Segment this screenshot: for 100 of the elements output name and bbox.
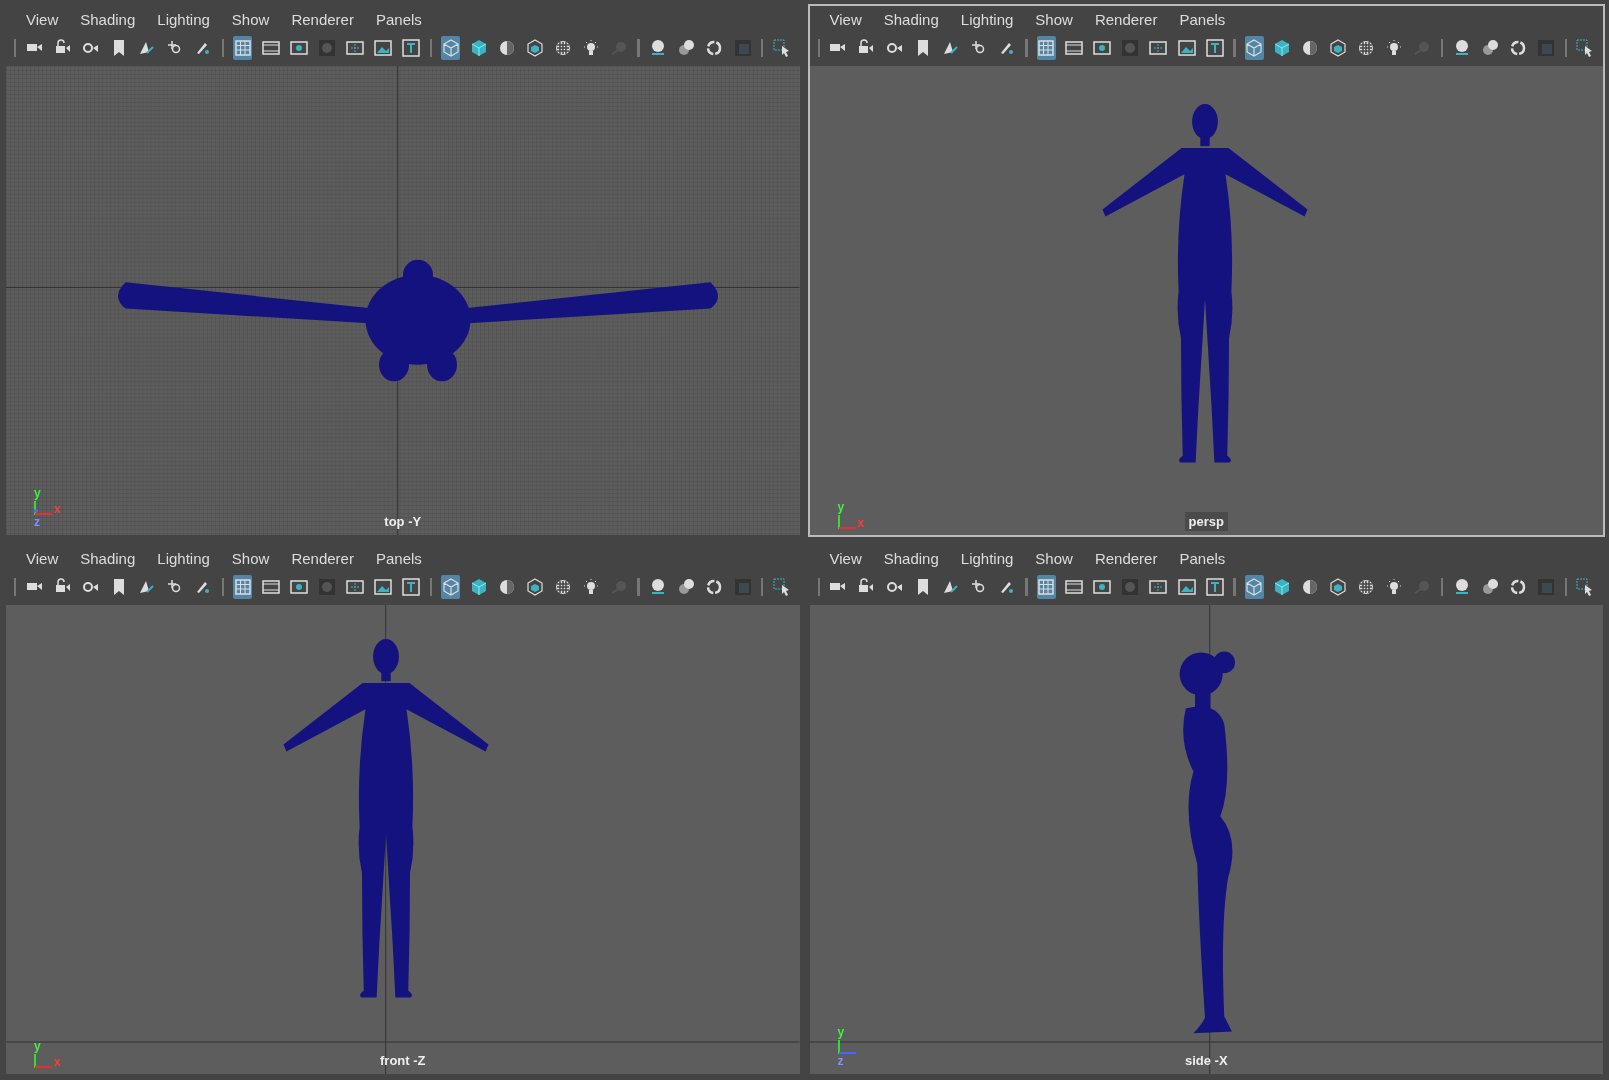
film-icon <box>261 39 280 57</box>
text-icon <box>1205 39 1224 57</box>
menu-item[interactable]: Renderer <box>291 550 354 566</box>
select-icon <box>772 578 791 596</box>
menu-item[interactable]: Show <box>1035 550 1073 566</box>
half-sphere-icon <box>1301 578 1320 596</box>
axis-label: y <box>34 487 41 500</box>
menu-item[interactable]: Show <box>231 550 270 566</box>
viewport[interactable]: y x z top -Y <box>6 66 800 535</box>
textured-cube-icon <box>525 578 544 596</box>
wireframe-cube-icon <box>441 39 460 57</box>
menu-item[interactable]: View <box>829 11 862 27</box>
checker-icon <box>553 39 572 57</box>
image-icon <box>1177 578 1196 596</box>
textured-cube-icon <box>525 39 544 57</box>
grid-icon <box>1037 578 1056 596</box>
camera-name: side -X <box>1183 1051 1229 1070</box>
half-sphere-icon <box>1301 39 1320 57</box>
ring-icon <box>705 578 724 596</box>
menu-item[interactable]: Lighting <box>960 550 1014 566</box>
menu-item[interactable]: Panels <box>375 11 422 27</box>
menu-item[interactable]: Panels <box>1179 11 1226 27</box>
half-sphere-icon <box>497 578 516 596</box>
axis-label: x <box>857 517 865 529</box>
axis-gizmo-icon <box>34 501 52 515</box>
menu-item[interactable]: Shading <box>80 11 136 27</box>
checker-icon <box>1357 39 1376 57</box>
text-icon <box>1205 578 1224 596</box>
grid-button[interactable] <box>1036 36 1056 60</box>
menu-item[interactable]: View <box>26 550 59 566</box>
square-icon <box>733 578 752 596</box>
spheres-icon <box>677 578 696 596</box>
menu-item[interactable]: View <box>829 550 862 566</box>
frame-icon <box>345 578 364 596</box>
wireframe-cube-button[interactable] <box>441 575 461 599</box>
menu-item[interactable]: Renderer <box>1094 550 1158 566</box>
half-sphere-icon <box>497 39 516 57</box>
menu-item[interactable]: View <box>26 11 59 27</box>
viewport[interactable]: y x front -Z <box>6 605 800 1074</box>
image-icon <box>374 578 393 596</box>
menu-item[interactable]: Lighting <box>960 11 1014 27</box>
wireframe-cube-icon <box>1245 578 1264 596</box>
ring-icon <box>705 39 724 57</box>
square-icon <box>733 39 752 57</box>
wireframe-cube-button[interactable] <box>441 36 461 60</box>
menu-item[interactable]: Panels <box>375 550 422 566</box>
text-icon <box>402 578 421 596</box>
axis-gizmo-icon <box>34 1054 52 1068</box>
axis-gizmo-icon <box>837 1040 856 1054</box>
frame-icon <box>1149 578 1168 596</box>
square-icon <box>1537 39 1556 57</box>
grid-icon <box>233 578 252 596</box>
menu-item[interactable]: Shading <box>883 550 939 566</box>
grid-button[interactable] <box>1036 575 1056 599</box>
spheres-icon <box>1480 39 1499 57</box>
menu-item[interactable]: Shading <box>80 550 136 566</box>
camera-name: persp <box>1184 511 1228 531</box>
film-icon <box>1065 39 1084 57</box>
camera-name: front -Z <box>379 1051 427 1070</box>
textured-cube-icon <box>1329 39 1348 57</box>
menu-item[interactable]: Shading <box>883 11 939 27</box>
axis-gizmo-icon <box>837 515 856 529</box>
menu-item[interactable]: Renderer <box>291 11 354 27</box>
wireframe-cube-icon <box>441 578 460 596</box>
axis-label: x <box>54 503 61 515</box>
grid-icon <box>1037 39 1056 57</box>
grid-button[interactable] <box>233 575 253 599</box>
text-button[interactable] <box>401 36 421 60</box>
light-bulb-icon <box>1385 39 1404 57</box>
wireframe-cube-button[interactable] <box>1244 575 1264 599</box>
grid-icon <box>233 39 252 57</box>
viewport[interactable]: y z side -X <box>809 605 1603 1074</box>
checker-icon <box>1357 578 1376 596</box>
axis-label: z <box>837 1055 844 1068</box>
axis-label: y <box>34 1040 41 1053</box>
cube-icon <box>469 578 488 596</box>
axis-label: x <box>54 1056 61 1068</box>
menu-item[interactable]: Lighting <box>157 11 210 27</box>
menu-item[interactable]: Lighting <box>157 550 210 566</box>
menu-item[interactable]: Renderer <box>1094 11 1158 27</box>
menu-item[interactable]: Show <box>231 11 270 27</box>
axis-label: z <box>34 516 40 529</box>
menu-item[interactable]: Show <box>1035 11 1073 27</box>
grid-button[interactable] <box>233 36 253 60</box>
film-icon <box>261 578 280 596</box>
image-icon <box>1177 39 1196 57</box>
menu-item[interactable]: Panels <box>1179 550 1226 566</box>
cube-icon <box>469 39 488 57</box>
light-bulb-icon <box>581 578 600 596</box>
axis-label: y <box>837 1026 845 1039</box>
text-button[interactable] <box>401 575 421 599</box>
image-icon <box>374 39 393 57</box>
ring-icon <box>1508 578 1527 596</box>
wireframe-cube-button[interactable] <box>1244 36 1264 60</box>
text-button[interactable] <box>1205 575 1225 599</box>
camera-name: top -Y <box>383 512 423 531</box>
textured-cube-icon <box>1329 578 1348 596</box>
text-button[interactable] <box>1205 36 1225 60</box>
viewport[interactable]: y x persp <box>809 66 1603 535</box>
cube-icon <box>1273 39 1292 57</box>
